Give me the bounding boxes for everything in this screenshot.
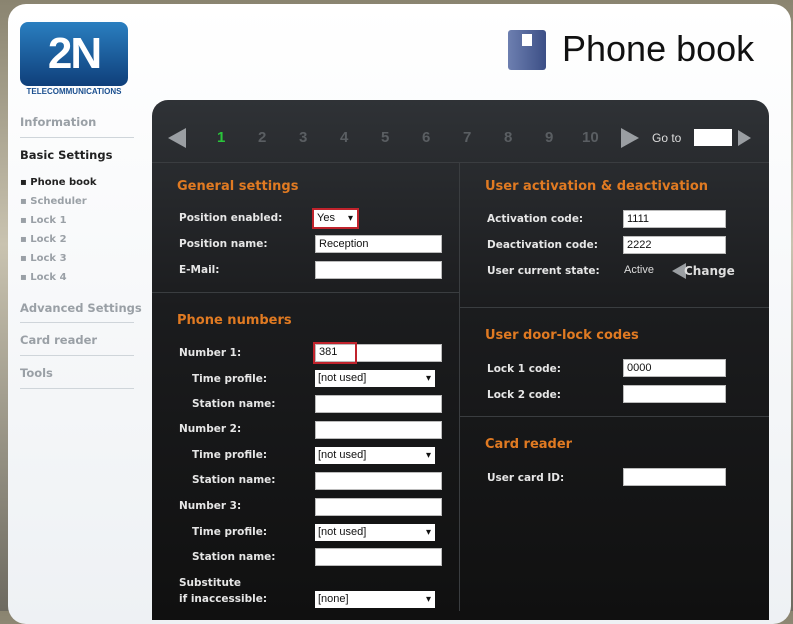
label: if inaccessible: <box>179 593 268 605</box>
time-profile3-select[interactable]: [not used] <box>315 524 435 541</box>
phonebook-icon <box>508 30 546 70</box>
column-divider <box>459 163 460 611</box>
deactivation-code-input[interactable]: 2222 <box>623 236 726 254</box>
divider <box>152 162 769 163</box>
label: Number 3: <box>179 500 242 512</box>
label: Time profile: <box>192 449 268 461</box>
page-7-link[interactable]: 7 <box>463 129 471 146</box>
divider <box>20 388 134 389</box>
divider <box>20 355 134 356</box>
sidebar-sub-lock-4[interactable]: ▪ Lock 4 <box>20 272 67 283</box>
sidebar-sub-phone-book[interactable]: ▪ Phone book <box>20 177 97 188</box>
divider <box>152 292 459 293</box>
page-4-link[interactable]: 4 <box>340 129 348 146</box>
page-2-link[interactable]: 2 <box>258 129 266 146</box>
change-button[interactable]: Change <box>672 263 735 279</box>
sidebar-item-card-reader[interactable]: Card reader <box>20 333 97 347</box>
substitute-select[interactable]: [none] <box>315 591 435 608</box>
label: Activation code: <box>487 213 584 225</box>
number1-value: 381 <box>313 342 357 364</box>
label: Substitute <box>179 577 242 589</box>
label: Station name: <box>192 398 276 410</box>
page-8-link[interactable]: 8 <box>504 129 512 146</box>
section-title-activation: User activation & deactivation <box>485 179 709 194</box>
label: Lock 4 <box>30 272 67 283</box>
user-state: Active <box>624 264 654 276</box>
position-name-input[interactable]: Reception <box>315 235 442 253</box>
divider <box>460 307 769 308</box>
section-title-locks: User door-lock codes <box>485 328 639 343</box>
section-title-phone: Phone numbers <box>177 313 292 328</box>
goto-arrow-icon[interactable] <box>738 130 751 146</box>
page-title: Phone book <box>562 28 755 69</box>
page-10-link[interactable]: 10 <box>582 129 599 146</box>
label: E-Mail: <box>179 264 220 276</box>
logo-subtitle: TELECOMMUNICATIONS <box>26 87 122 96</box>
sidebar-sub-lock-3[interactable]: ▪ Lock 3 <box>20 253 67 264</box>
label: Lock 1 <box>30 215 67 226</box>
divider <box>20 322 134 323</box>
station-name2-input[interactable] <box>315 472 442 490</box>
prev-page-arrow-icon[interactable] <box>168 128 186 148</box>
time-profile2-select[interactable]: [not used] <box>315 447 435 464</box>
label: Lock 1 code: <box>487 363 562 375</box>
divider <box>460 416 769 417</box>
card-id-input[interactable] <box>623 468 726 486</box>
label: Station name: <box>192 551 276 563</box>
label: Number 1: <box>179 347 242 359</box>
label: Time profile: <box>192 373 268 385</box>
page-5-link[interactable]: 5 <box>381 129 389 146</box>
label: Scheduler <box>30 196 87 207</box>
label: Deactivation code: <box>487 239 598 251</box>
label: User current state: <box>487 265 600 277</box>
label: User card ID: <box>487 472 565 484</box>
email-input[interactable] <box>315 261 442 279</box>
sidebar-sub-scheduler[interactable]: ▪ Scheduler <box>20 196 87 207</box>
station-name3-input[interactable] <box>315 548 442 566</box>
label: Phone book <box>30 177 97 188</box>
lock2-code-input[interactable] <box>623 385 726 403</box>
label: Time profile: <box>192 526 268 538</box>
page-1-link[interactable]: 1 <box>217 129 225 146</box>
sidebar-sub-lock-1[interactable]: ▪ Lock 1 <box>20 215 67 226</box>
label: Position enabled: <box>179 212 283 224</box>
station-name1-input[interactable] <box>315 395 442 413</box>
number3-input[interactable] <box>315 498 442 516</box>
position-enabled-select[interactable]: Yes <box>312 208 359 229</box>
logo: 2N <box>20 22 128 86</box>
section-title-card: Card reader <box>485 437 573 452</box>
label: Station name: <box>192 474 276 486</box>
section-title-general: General settings <box>177 179 299 194</box>
label: Lock 2 <box>30 234 67 245</box>
activation-code-input[interactable]: 1111 <box>623 210 726 228</box>
label: Lock 3 <box>30 253 67 264</box>
time-profile1-select[interactable]: [not used] <box>315 370 435 387</box>
label: Position name: <box>179 238 268 250</box>
page-3-link[interactable]: 3 <box>299 129 307 146</box>
divider <box>20 137 134 138</box>
sidebar-sub-lock-2[interactable]: ▪ Lock 2 <box>20 234 67 245</box>
sidebar-item-advanced-settings[interactable]: Advanced Settings <box>20 301 142 315</box>
next-page-arrow-icon[interactable] <box>621 128 639 148</box>
sidebar-item-information[interactable]: Information <box>20 115 96 129</box>
number2-input[interactable] <box>315 421 442 439</box>
label: Number 2: <box>179 423 242 435</box>
page-6-link[interactable]: 6 <box>422 129 430 146</box>
page-9-link[interactable]: 9 <box>545 129 553 146</box>
change-label: Change <box>684 264 735 278</box>
goto-label: Go to <box>652 131 682 145</box>
sidebar-item-basic-settings[interactable]: Basic Settings <box>20 148 112 162</box>
sidebar-item-tools[interactable]: Tools <box>20 366 53 380</box>
lock1-code-input[interactable]: 0000 <box>623 359 726 377</box>
label: Lock 2 code: <box>487 389 562 401</box>
goto-input[interactable] <box>694 129 732 146</box>
